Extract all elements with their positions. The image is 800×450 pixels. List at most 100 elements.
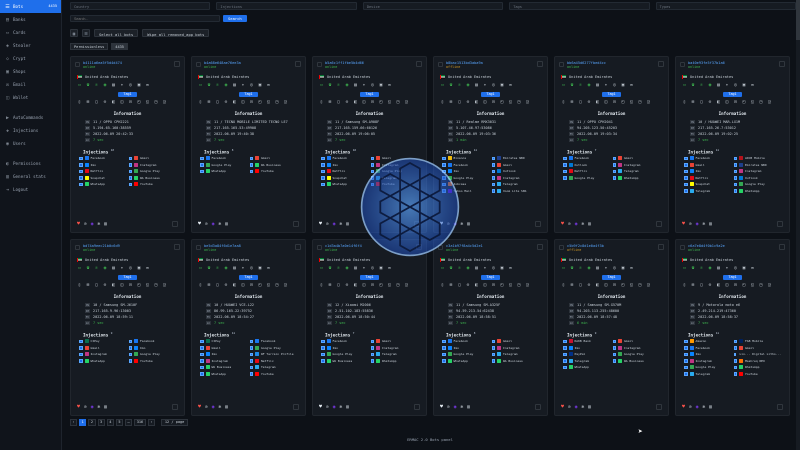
action-5-icon[interactable]: ✦ bbox=[241, 266, 246, 271]
command-0-icon[interactable]: ▯ bbox=[561, 283, 566, 288]
expand-icon[interactable] bbox=[172, 404, 178, 410]
injection-item[interactable]: Google Play bbox=[442, 175, 490, 180]
list-view-icon[interactable]: ☰ bbox=[82, 29, 90, 37]
bot-tag[interactable]: Tag1 bbox=[239, 274, 258, 280]
trash-icon[interactable]: ▥ bbox=[467, 222, 470, 227]
sidebar-item-logout[interactable]: ⇥ Logout bbox=[0, 183, 61, 196]
screen-icon[interactable]: ⊙ bbox=[326, 405, 329, 410]
injection-checkbox[interactable] bbox=[321, 176, 325, 180]
command-9-icon[interactable]: ◳ bbox=[638, 100, 643, 105]
injection-item[interactable]: YouTube bbox=[370, 182, 419, 187]
injection-checkbox[interactable] bbox=[79, 182, 83, 187]
injection-checkbox[interactable] bbox=[491, 176, 495, 180]
action-5-icon[interactable]: ✦ bbox=[604, 83, 609, 88]
command-5-icon[interactable]: ◫ bbox=[604, 283, 609, 288]
action-6-icon[interactable]: ◎ bbox=[612, 83, 617, 88]
injection-checkbox[interactable] bbox=[612, 359, 616, 363]
sidebar-item-permissions[interactable]: ◐ Permissions bbox=[0, 157, 61, 170]
injection-checkbox[interactable] bbox=[442, 156, 446, 161]
action-0-icon[interactable]: ▭ bbox=[561, 266, 566, 271]
injection-item[interactable]: Netflix bbox=[249, 358, 298, 363]
select-checkbox[interactable] bbox=[438, 62, 443, 67]
injection-checkbox[interactable] bbox=[321, 182, 325, 187]
action-2-icon[interactable]: ✆ bbox=[336, 83, 341, 88]
search-button[interactable]: Search bbox=[223, 15, 247, 22]
injection-checkbox[interactable] bbox=[249, 163, 253, 167]
trash-icon[interactable]: ▥ bbox=[588, 405, 591, 410]
injection-item[interactable]: FAB Mobile bbox=[733, 339, 782, 344]
action-4-icon[interactable]: ▤ bbox=[353, 266, 358, 271]
injection-item[interactable]: WA Business bbox=[128, 175, 177, 180]
injection-checkbox[interactable] bbox=[684, 176, 688, 180]
action-3-icon[interactable]: ◉ bbox=[708, 266, 713, 271]
command-1-icon[interactable]: ⊞ bbox=[691, 283, 696, 288]
command-1-icon[interactable]: ⊞ bbox=[328, 100, 333, 105]
injection-checkbox[interactable] bbox=[442, 339, 446, 344]
injection-item[interactable]: Lin... Digital Litho... bbox=[733, 352, 781, 357]
expand-icon[interactable] bbox=[656, 404, 662, 410]
command-1-icon[interactable]: ⊞ bbox=[207, 100, 212, 105]
sidebar-item-shops[interactable]: ▣ Shops bbox=[0, 65, 61, 78]
command-5-icon[interactable]: ◫ bbox=[483, 100, 488, 105]
action-2-icon[interactable]: ✆ bbox=[457, 83, 462, 88]
action-3-icon[interactable]: ◉ bbox=[587, 266, 592, 271]
command-10-icon[interactable]: ◲ bbox=[404, 100, 409, 105]
injection-checkbox[interactable] bbox=[321, 156, 325, 161]
filter-types[interactable]: Types bbox=[655, 2, 797, 10]
injection-item[interactable]: Telegram bbox=[370, 352, 419, 357]
injection-checkbox[interactable] bbox=[612, 163, 616, 167]
injection-checkbox[interactable] bbox=[684, 189, 688, 193]
command-10-icon[interactable]: ◲ bbox=[646, 100, 651, 105]
command-6-icon[interactable]: ⊡ bbox=[249, 100, 254, 105]
injection-item[interactable]: WhatsApp bbox=[612, 175, 661, 180]
command-3-icon[interactable]: ⊙ bbox=[345, 283, 350, 288]
favorite-heart-icon[interactable]: ♥ bbox=[198, 221, 201, 227]
injection-item[interactable]: Gmail bbox=[612, 339, 661, 344]
action-7-icon[interactable]: ▣ bbox=[621, 266, 626, 271]
action-5-icon[interactable]: ✦ bbox=[241, 83, 246, 88]
injection-checkbox[interactable] bbox=[200, 352, 204, 357]
select-checkbox[interactable] bbox=[317, 245, 322, 250]
command-10-icon[interactable]: ◲ bbox=[283, 283, 288, 288]
command-4-icon[interactable]: ◧ bbox=[474, 283, 479, 288]
injection-item[interactable]: WhatsApp bbox=[733, 365, 782, 370]
action-1-icon[interactable]: ☎ bbox=[691, 266, 696, 271]
injection-item[interactable]: Imo bbox=[128, 345, 177, 350]
injection-checkbox[interactable] bbox=[200, 156, 204, 161]
command-0-icon[interactable]: ▯ bbox=[198, 283, 203, 288]
injection-item[interactable]: Imo bbox=[684, 169, 732, 174]
command-4-icon[interactable]: ◧ bbox=[111, 100, 116, 105]
injection-checkbox[interactable] bbox=[128, 339, 132, 344]
action-0-icon[interactable]: ▭ bbox=[77, 266, 82, 271]
injection-item[interactable]: Instagram bbox=[200, 358, 248, 363]
injection-checkbox[interactable] bbox=[563, 163, 567, 167]
injection-checkbox[interactable] bbox=[612, 169, 616, 174]
injection-item[interactable]: Gmail bbox=[128, 156, 177, 161]
favorite-heart-icon[interactable]: ♥ bbox=[77, 404, 80, 410]
action-4-icon[interactable]: ▤ bbox=[111, 83, 116, 88]
bot-tag[interactable]: Tag1 bbox=[239, 91, 258, 97]
injection-item[interactable]: Google Play bbox=[370, 169, 419, 174]
page-7-button[interactable]: 316 bbox=[134, 419, 146, 426]
gear-icon[interactable]: ✻ bbox=[460, 222, 463, 227]
injection-item[interactable]: Telegram bbox=[491, 352, 540, 357]
injection-item[interactable]: Gmail bbox=[612, 156, 661, 161]
injection-checkbox[interactable] bbox=[563, 169, 567, 174]
action-6-icon[interactable]: ◎ bbox=[733, 266, 738, 271]
expand-icon[interactable] bbox=[293, 221, 299, 227]
command-4-icon[interactable]: ◧ bbox=[111, 283, 116, 288]
action-7-icon[interactable]: ▣ bbox=[137, 83, 142, 88]
screen-icon[interactable]: ⊙ bbox=[447, 405, 450, 410]
injection-item[interactable]: Gmail bbox=[370, 156, 419, 161]
action-0-icon[interactable]: ▭ bbox=[319, 83, 324, 88]
select-checkbox[interactable] bbox=[559, 245, 564, 250]
command-1-icon[interactable]: ⊞ bbox=[570, 100, 575, 105]
expand-icon[interactable] bbox=[777, 404, 783, 410]
injection-checkbox[interactable] bbox=[491, 156, 495, 161]
expand-icon[interactable] bbox=[414, 404, 420, 410]
injection-item[interactable]: Outlook bbox=[733, 175, 782, 180]
favorite-heart-icon[interactable]: ♥ bbox=[198, 404, 201, 410]
command-0-icon[interactable]: ▯ bbox=[319, 283, 324, 288]
gear-icon[interactable]: ✻ bbox=[581, 405, 584, 410]
gear-icon[interactable]: ✻ bbox=[581, 222, 584, 227]
